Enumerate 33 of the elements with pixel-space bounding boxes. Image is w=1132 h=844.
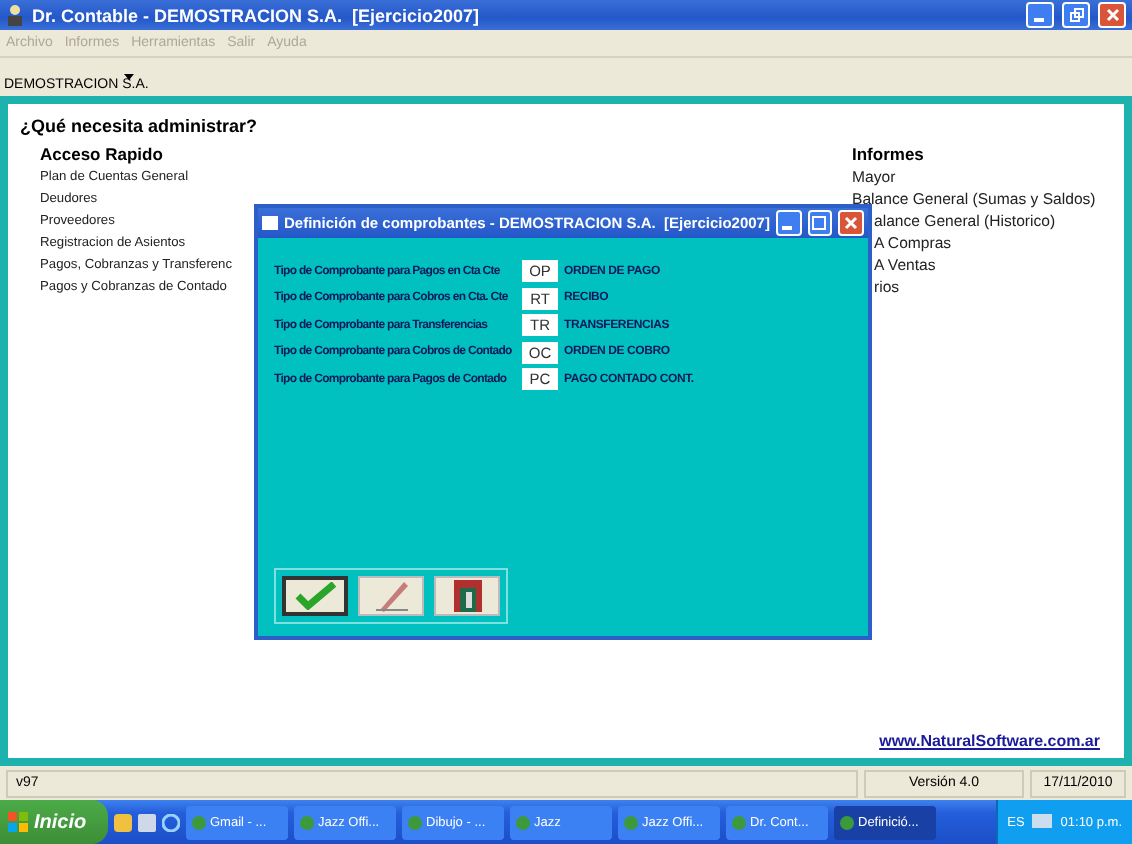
- edit-button[interactable]: [358, 576, 424, 616]
- maximize-icon: [812, 216, 827, 230]
- window-title: Dr. Contable - DEMOSTRACION S.A. [Ejercicio2007]: [32, 5, 482, 25]
- close-icon: [1105, 8, 1119, 22]
- caret-icon[interactable]: [124, 74, 134, 80]
- close-icon: [844, 216, 859, 230]
- app-icon: [732, 815, 746, 829]
- exit-button[interactable]: [434, 576, 500, 616]
- pencil-icon: [373, 580, 409, 612]
- app-icon: [300, 815, 314, 829]
- maximize-button[interactable]: [807, 210, 833, 236]
- close-button[interactable]: [1098, 2, 1126, 28]
- minimize-button[interactable]: [775, 210, 802, 236]
- window-icon: [262, 216, 278, 230]
- network-icon[interactable]: [1032, 814, 1053, 830]
- checkmark-icon: [293, 582, 337, 610]
- minimize-button[interactable]: [1026, 2, 1054, 28]
- app-icon: [624, 815, 638, 829]
- section-heading: ¿Qué necesita administrar?: [20, 116, 260, 136]
- restore-icon: [1069, 8, 1083, 22]
- column-title: Informes: [852, 142, 926, 166]
- app-icon: [6, 4, 24, 26]
- app-icon: [840, 815, 854, 829]
- app-icon: [516, 815, 530, 829]
- door-icon: [449, 580, 485, 612]
- website-link[interactable]: www.NaturalSoftware.com.ar: [879, 732, 1100, 750]
- restore-button[interactable]: [1062, 2, 1090, 28]
- app-icon: [192, 815, 206, 829]
- accept-button[interactable]: [282, 576, 348, 616]
- app-icon: [408, 815, 422, 829]
- windows-logo-icon: [8, 812, 28, 832]
- column-title: Acceso Rapido: [40, 142, 165, 166]
- close-button[interactable]: [838, 210, 864, 236]
